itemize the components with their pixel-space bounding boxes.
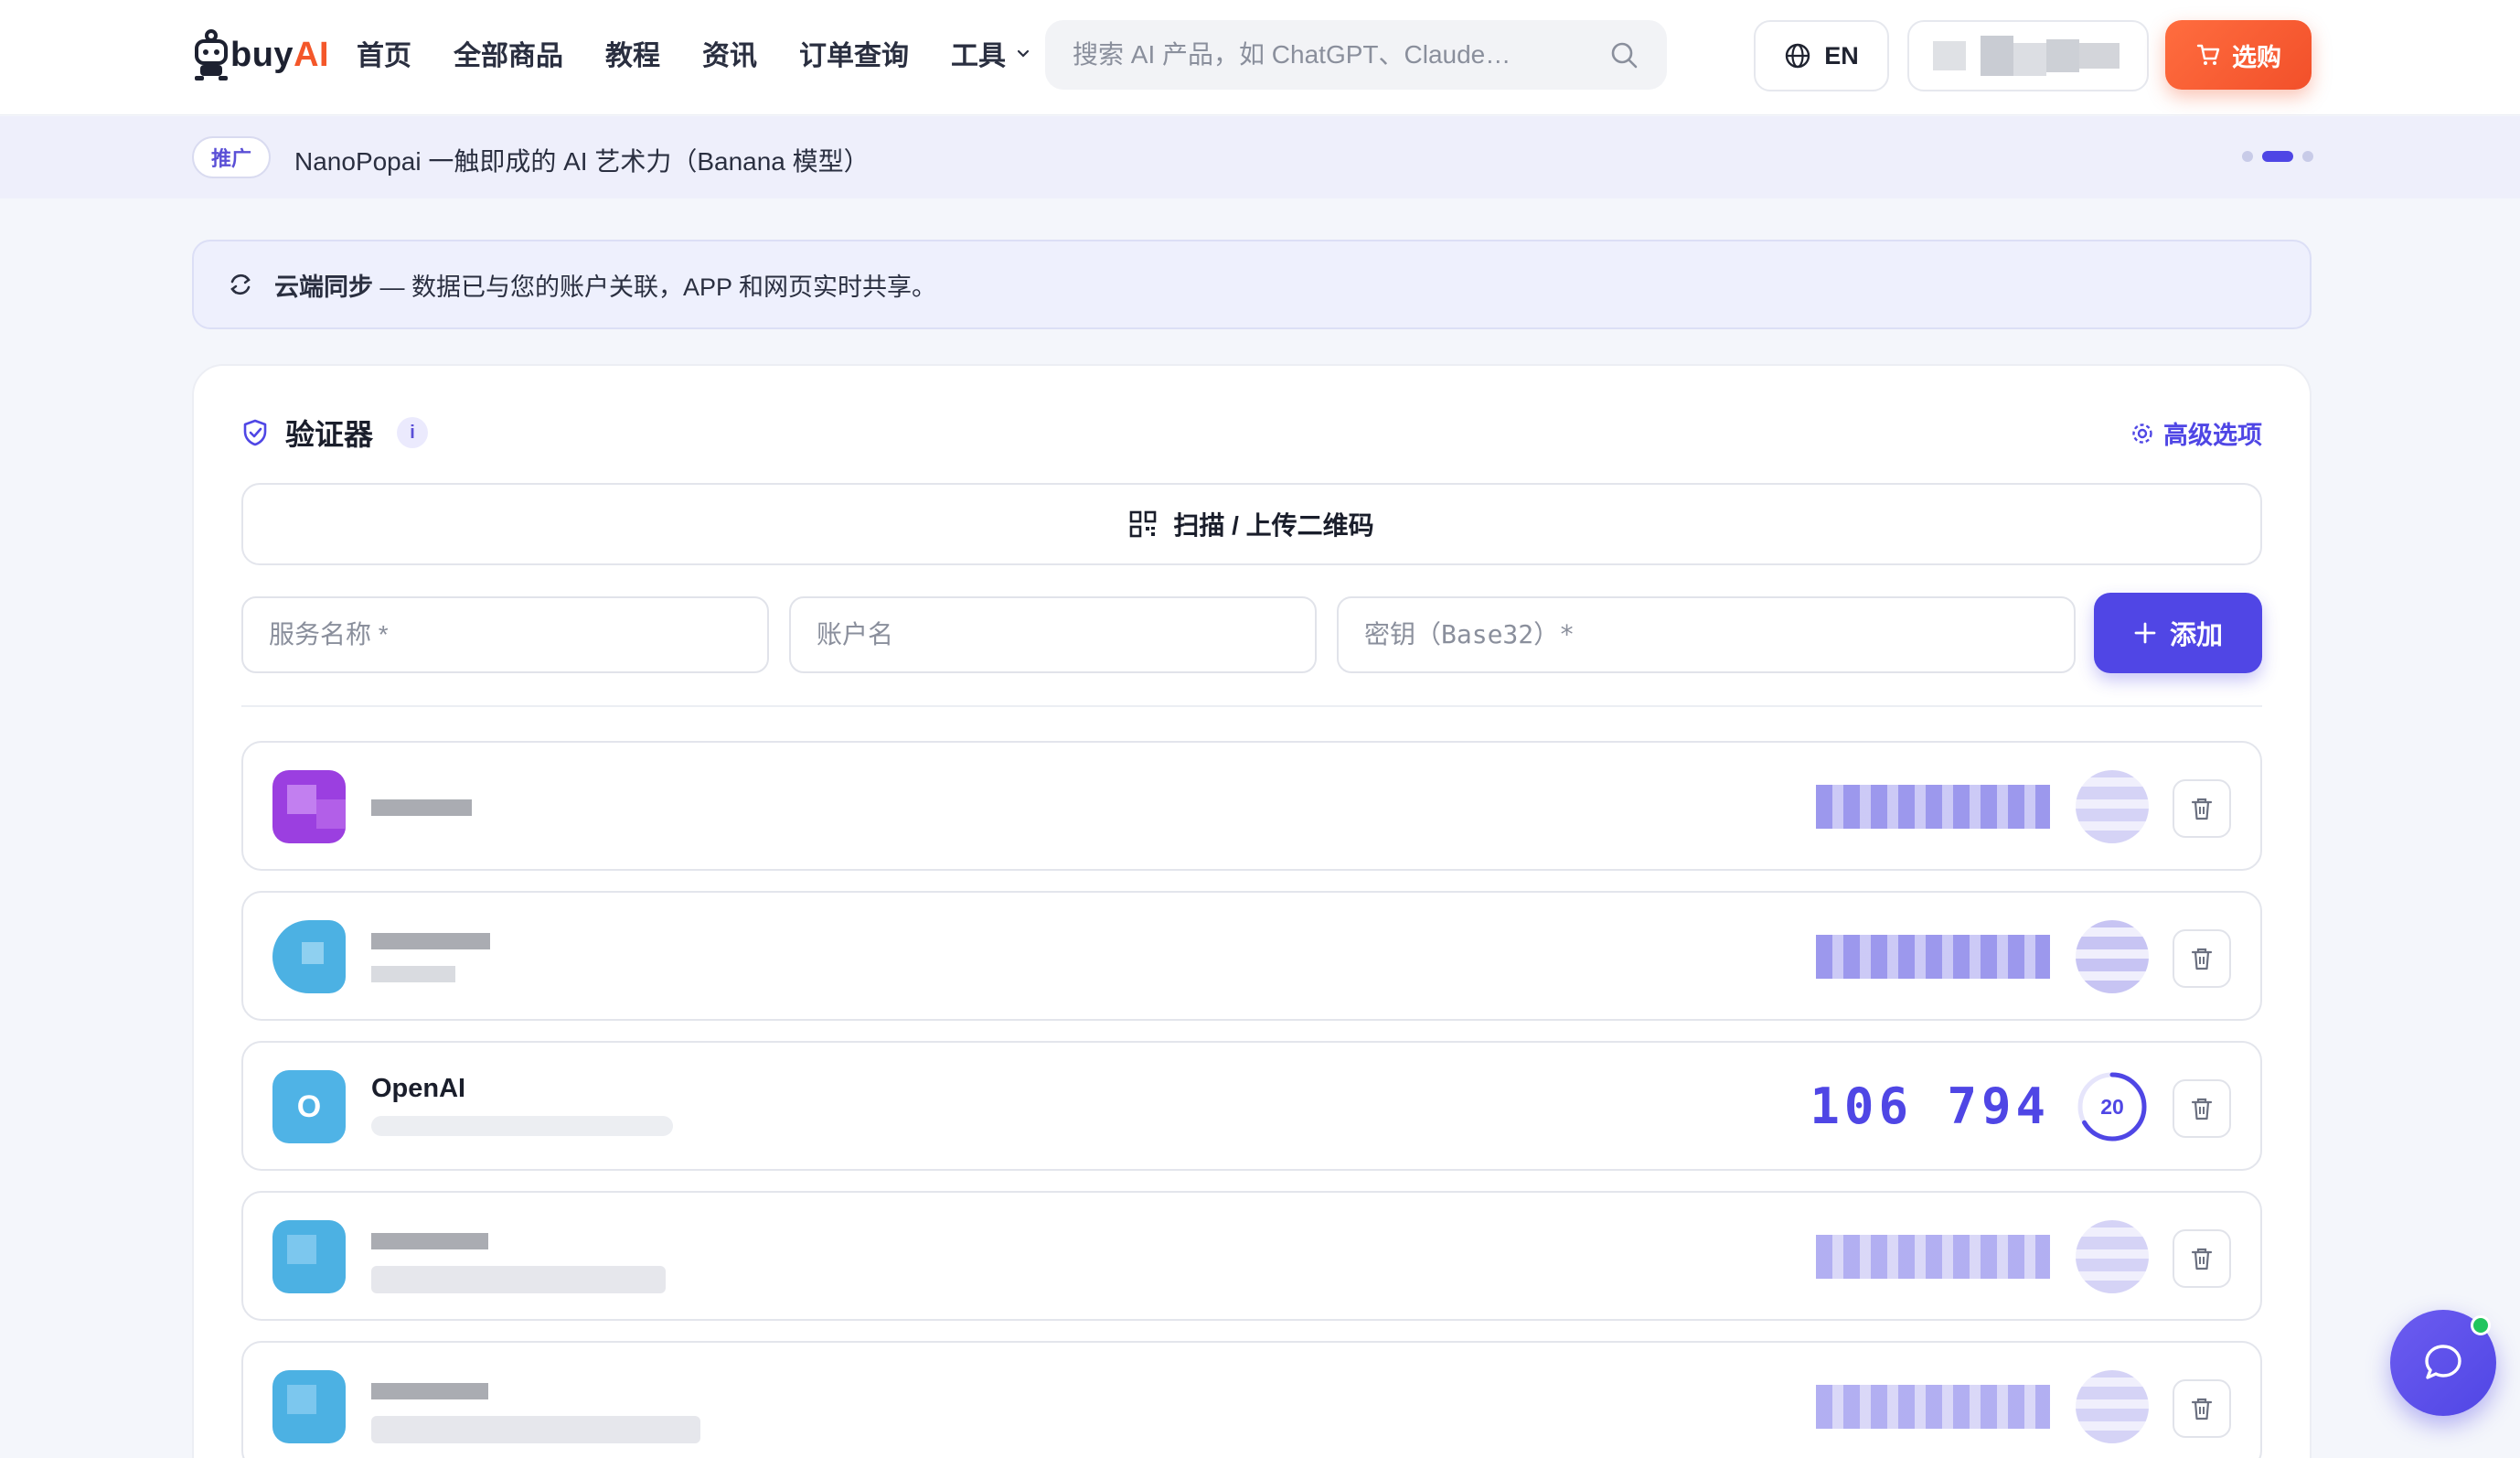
language-label: EN [1824,41,1859,70]
account-name-field[interactable] [789,596,1317,673]
advanced-options-link[interactable]: 高级选项 [2130,415,2262,451]
plus-icon [2134,622,2156,644]
countdown-timer: 20 [2076,1070,2149,1143]
logo-wordmark: buyAI [230,35,330,74]
entry-account-redacted [371,966,455,982]
search-input[interactable] [1073,40,1608,70]
main-nav: 首页 全部商品 教程 资讯 订单查询 工具 [357,33,1031,73]
sync-text: — 数据已与您的账户关联，APP 和网页实时共享。 [373,273,937,301]
entry-account-redacted [371,1416,700,1443]
entry-account-redacted [371,1116,673,1136]
delete-button[interactable] [2173,1379,2231,1438]
carousel-dots [2242,151,2313,162]
divider [241,705,2262,707]
timer-redacted [2076,920,2149,993]
add-label: 添加 [2169,621,2223,650]
sync-title: 云端同步 [274,273,373,301]
site-logo[interactable]: buyAI [192,26,329,84]
nav-order-lookup[interactable]: 订单查询 [799,33,909,73]
chevron-down-icon [1017,49,1030,58]
entry-code-redacted [1816,935,2050,979]
promo-text[interactable]: NanoPopai 一触即成的 AI 艺术力（Banana 模型） [294,142,870,178]
countdown-seconds: 20 [2100,1094,2124,1119]
totp-entry [241,741,2262,871]
nav-tools-dropdown[interactable]: 工具 [951,33,1031,73]
carousel-dot[interactable] [2302,151,2313,162]
delete-button[interactable] [2173,779,2231,838]
avatar-redacted [1933,36,2125,76]
totp-entry-openai: O OpenAI 106 794 20 [241,1041,2262,1171]
add-button[interactable]: 添加 [2094,593,2262,673]
chat-bubble-icon [2425,1345,2461,1379]
cart-icon [2196,44,2220,65]
globe-icon [1786,43,1810,69]
service-icon-redacted [272,770,346,843]
trash-icon [2191,1248,2213,1270]
online-status-dot [2471,1315,2491,1335]
scan-qr-button[interactable]: 扫描 / 上传二维码 [241,483,2262,565]
sync-message: 云端同步 — 数据已与您的账户关联，APP 和网页实时共享。 [274,267,936,303]
delete-button[interactable] [2173,1229,2231,1288]
timer-redacted [2076,1370,2149,1443]
delete-button[interactable] [2173,929,2231,988]
entry-service-name: OpenAI [371,1074,466,1103]
cloud-sync-notice: 云端同步 — 数据已与您的账户关联，APP 和网页实时共享。 [192,240,2312,329]
totp-code[interactable]: 106 794 [1810,1077,2050,1135]
nav-tools-label: 工具 [951,41,1006,71]
service-icon-redacted [272,1220,346,1293]
nav-tutorials[interactable]: 教程 [605,33,660,73]
robot-logo-icon [195,29,228,80]
secret-key-field[interactable] [1337,596,2076,673]
buy-button[interactable]: 选购 [2165,20,2312,90]
service-icon-redacted [272,1370,346,1443]
entry-name-redacted [371,933,490,949]
shield-check-icon [243,419,267,446]
trash-icon [2191,1398,2213,1420]
totp-entry [241,1191,2262,1321]
user-account-button[interactable] [1907,20,2149,91]
entry-name-redacted [371,799,472,816]
trash-icon [2191,1098,2213,1120]
sync-icon [230,273,251,295]
nav-news[interactable]: 资讯 [702,33,757,73]
totp-entry [241,1341,2262,1458]
authenticator-title: 验证器 [285,418,374,451]
info-icon[interactable]: i [397,417,429,448]
timer-redacted [2076,1220,2149,1293]
entry-code-redacted [1816,785,2050,829]
timer-redacted [2076,770,2149,843]
delete-button[interactable] [2173,1079,2231,1138]
promo-tag: 推广 [192,136,271,178]
trash-icon [2191,798,2213,820]
search-box[interactable] [1045,20,1667,90]
qr-code-icon [1130,510,1157,538]
nav-all-products[interactable]: 全部商品 [454,33,563,73]
service-name-field[interactable] [241,596,769,673]
entry-name-redacted [371,1383,488,1399]
carousel-dot[interactable] [2242,151,2253,162]
entry-code-redacted [1816,1385,2050,1429]
totp-entry [241,891,2262,1021]
openai-service-icon: O [272,1070,346,1143]
search-icon[interactable] [1608,39,1639,70]
trash-icon [2191,948,2213,970]
nav-home[interactable]: 首页 [357,33,411,73]
gear-icon [2132,423,2152,444]
buy-label: 选购 [2232,43,2281,71]
entry-account-redacted [371,1266,666,1293]
carousel-dot-active[interactable] [2262,151,2293,162]
advanced-options-label: 高级选项 [2163,422,2262,449]
entry-name-redacted [371,1233,488,1249]
entry-code-redacted [1816,1235,2050,1279]
language-button[interactable]: EN [1754,20,1889,91]
authenticator-header: 验证器 i [241,412,429,454]
service-icon-redacted [272,920,346,993]
scan-qr-label: 扫描 / 上传二维码 [1173,511,1374,540]
